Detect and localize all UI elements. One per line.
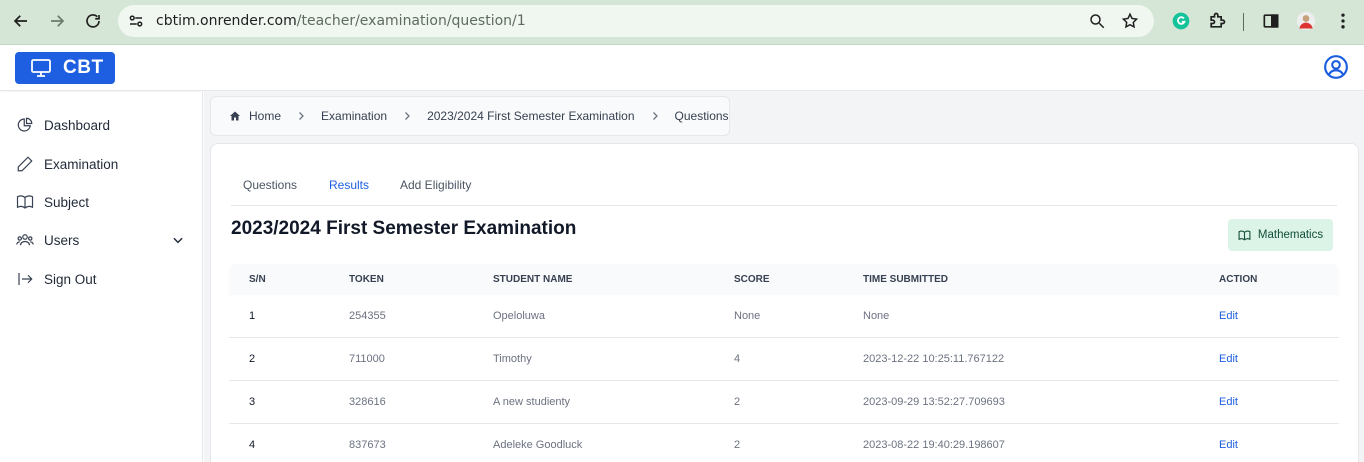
sidebar-item-label: Users bbox=[44, 232, 80, 248]
book-icon bbox=[16, 195, 34, 209]
cell-student-name: Adeleke Goodluck bbox=[493, 439, 583, 451]
monitor-icon bbox=[31, 59, 51, 77]
user-profile-icon[interactable] bbox=[1323, 54, 1349, 80]
column-header: SCORE bbox=[734, 274, 770, 285]
column-header: ACTION bbox=[1219, 274, 1258, 285]
browser-toolbar: cbtim.onrender.com/teacher/examination/q… bbox=[0, 0, 1364, 45]
profile-avatar-icon[interactable] bbox=[1296, 11, 1316, 31]
sidebar-item-users[interactable]: Users bbox=[16, 228, 191, 252]
chevron-right-icon bbox=[401, 110, 413, 122]
arrow-left-icon bbox=[13, 15, 27, 27]
breadcrumb-exam-name[interactable]: 2023/2024 First Semester Examination bbox=[427, 109, 634, 123]
edit-link[interactable]: Edit bbox=[1219, 353, 1238, 365]
subject-badge-label: Mathematics bbox=[1257, 229, 1324, 241]
cell-sn: 1 bbox=[249, 310, 256, 322]
extensions-icon[interactable] bbox=[1207, 11, 1227, 31]
sidebar-item-dashboard[interactable]: Dashboard bbox=[16, 113, 191, 137]
sidebar-item-label: Sign Out bbox=[44, 271, 97, 287]
table-row: 1 254355 Opeloluwa None None Edit bbox=[229, 295, 1339, 338]
sidebar-item-subject[interactable]: Subject bbox=[16, 190, 191, 214]
cell-token: 254355 bbox=[349, 310, 386, 322]
table-header: S/N TOKEN STUDENT NAME SCORE TIME SUBMIT… bbox=[229, 264, 1339, 295]
address-bar[interactable]: cbtim.onrender.com/teacher/examination/q… bbox=[118, 5, 1154, 37]
chevron-right-icon bbox=[649, 110, 661, 122]
cell-time-submitted: None bbox=[863, 310, 890, 322]
breadcrumb: Home Examination 2023/2024 First Semeste… bbox=[210, 96, 730, 136]
column-header: TOKEN bbox=[349, 274, 384, 285]
cell-time-submitted: 2023-09-29 13:52:27.709693 bbox=[863, 396, 1005, 408]
url-text: cbtim.onrender.com/teacher/examination/q… bbox=[156, 13, 526, 29]
chart-pie-icon bbox=[17, 117, 33, 132]
cell-student-name: Timothy bbox=[493, 353, 532, 365]
tab-results[interactable]: Results bbox=[329, 178, 369, 192]
breadcrumb-current: Questions bbox=[674, 109, 729, 123]
tab-bar: Questions Results Add Eligibility bbox=[231, 168, 1337, 206]
cell-token: 711000 bbox=[349, 353, 385, 365]
cell-sn: 2 bbox=[249, 353, 256, 365]
cell-student-name: Opeloluwa bbox=[493, 310, 545, 322]
subject-badge[interactable]: Mathematics bbox=[1228, 219, 1333, 251]
sidebar-item-sign-out[interactable]: Sign Out bbox=[16, 267, 191, 291]
breadcrumb-examination[interactable]: Examination bbox=[321, 109, 387, 123]
sidebar-item-label: Dashboard bbox=[44, 117, 111, 133]
app-logo[interactable]: CBT bbox=[15, 52, 115, 84]
table-row: 2 711000 Timothy 4 2023-12-22 10:25:11.7… bbox=[229, 338, 1339, 381]
page-title: 2023/2024 First Semester Examination bbox=[231, 218, 577, 239]
logo-text: CBT bbox=[63, 57, 104, 78]
bookmark-star-icon[interactable] bbox=[1121, 12, 1139, 30]
cell-token: 837673 bbox=[349, 439, 386, 451]
cell-student-name: A new studienty bbox=[493, 396, 571, 408]
arrow-right-icon bbox=[51, 15, 65, 27]
users-icon bbox=[16, 234, 34, 246]
app-header: CBT bbox=[0, 46, 1364, 91]
tab-add-eligibility[interactable]: Add Eligibility bbox=[400, 178, 471, 192]
reload-icon bbox=[86, 14, 100, 28]
cell-token: 328616 bbox=[349, 396, 386, 408]
cell-score: 2 bbox=[734, 439, 741, 451]
results-table: S/N TOKEN STUDENT NAME SCORE TIME SUBMIT… bbox=[229, 264, 1339, 462]
side-panel-icon[interactable] bbox=[1261, 11, 1281, 31]
cell-time-submitted: 2023-12-22 10:25:11.767122 bbox=[863, 353, 1005, 365]
column-header: TIME SUBMITTED bbox=[863, 274, 948, 285]
sidebar-item-label: Subject bbox=[44, 194, 90, 210]
sidebar-item-label: Examination bbox=[44, 156, 119, 172]
chevron-right-icon bbox=[295, 110, 307, 122]
grammarly-icon[interactable] bbox=[1171, 11, 1191, 31]
tab-questions[interactable]: Questions bbox=[243, 178, 297, 192]
table-row: 3 328616 A new studienty 2 2023-09-29 13… bbox=[229, 381, 1339, 424]
cell-score: 4 bbox=[734, 353, 741, 365]
results-card: Questions Results Add Eligibility 2023/2… bbox=[210, 143, 1359, 462]
cell-score: 2 bbox=[734, 396, 741, 408]
sidebar-item-examination[interactable]: Examination bbox=[16, 152, 191, 176]
column-header: STUDENT NAME bbox=[493, 274, 573, 285]
edit-link[interactable]: Edit bbox=[1219, 396, 1238, 408]
edit-link[interactable]: Edit bbox=[1219, 310, 1238, 322]
forward-button[interactable] bbox=[46, 10, 68, 32]
column-header: S/N bbox=[249, 274, 266, 285]
reload-button[interactable] bbox=[82, 10, 104, 32]
pencil-icon bbox=[17, 156, 33, 172]
breadcrumb-home[interactable]: Home bbox=[229, 109, 281, 123]
cell-score: None bbox=[734, 310, 761, 322]
home-icon bbox=[230, 111, 240, 121]
browser-menu-icon[interactable] bbox=[1333, 11, 1353, 31]
cell-time-submitted: 2023-08-22 19:40:29.198607 bbox=[863, 439, 1005, 451]
chevron-down-icon[interactable] bbox=[171, 233, 185, 247]
sign-out-icon bbox=[18, 273, 33, 285]
main-content: Home Examination 2023/2024 First Semeste… bbox=[204, 92, 1364, 462]
cell-sn: 4 bbox=[249, 439, 256, 451]
zoom-icon[interactable] bbox=[1088, 12, 1106, 30]
toolbar-divider bbox=[1243, 13, 1244, 31]
edit-link[interactable]: Edit bbox=[1219, 439, 1238, 451]
cell-sn: 3 bbox=[249, 396, 256, 408]
site-settings-icon[interactable] bbox=[127, 12, 145, 30]
book-open-icon bbox=[1238, 230, 1251, 241]
back-button[interactable] bbox=[10, 10, 32, 32]
sidebar: Dashboard Examination Subject Users Sign… bbox=[0, 92, 203, 462]
table-row: 4 837673 Adeleke Goodluck 2 2023-08-22 1… bbox=[229, 424, 1339, 462]
